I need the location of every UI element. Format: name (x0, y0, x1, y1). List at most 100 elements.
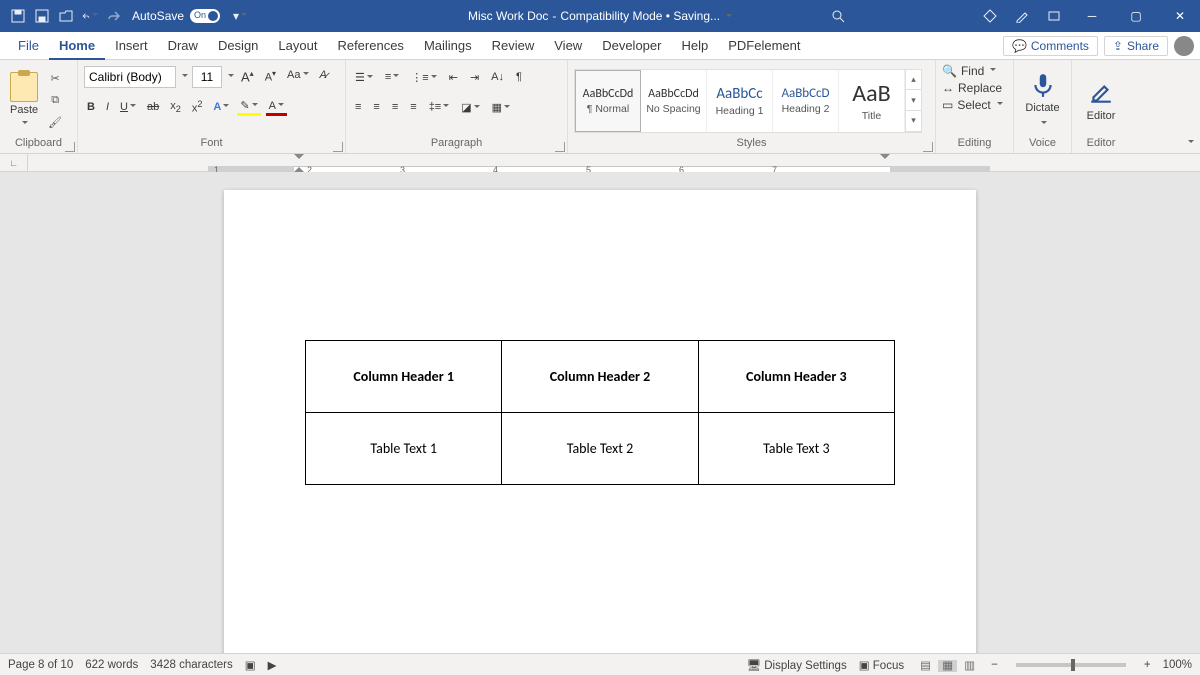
tab-draw[interactable]: Draw (158, 32, 208, 60)
tab-layout[interactable]: Layout (268, 32, 327, 60)
zoom-out-button[interactable]: − (991, 659, 998, 671)
style-item[interactable]: AaBbCcDd¶ Normal (575, 70, 641, 132)
tab-view[interactable]: View (544, 32, 592, 60)
document-area[interactable]: Column Header 1 Column Header 2 Column H… (0, 172, 1200, 653)
pen-icon[interactable] (1014, 8, 1030, 24)
style-item[interactable]: AaBbCcDHeading 2 (773, 70, 839, 132)
clipboard-launcher-icon[interactable] (65, 142, 75, 152)
read-mode-icon[interactable]: ▤ (916, 660, 935, 672)
table-row[interactable]: Table Text 1 Table Text 2 Table Text 3 (306, 413, 895, 485)
zoom-in-button[interactable]: + (1144, 659, 1151, 671)
clear-format-button[interactable]: A̷ (317, 68, 330, 85)
focus-button[interactable]: ▣ Focus (859, 658, 904, 672)
select-button[interactable]: ▭ Select (942, 98, 1003, 112)
style-item[interactable]: AaBbCcHeading 1 (707, 70, 773, 132)
multilevel-button[interactable]: ⋮≡ (408, 70, 439, 85)
bullets-button[interactable]: ☰ (352, 70, 376, 85)
word-count[interactable]: 622 words (85, 659, 138, 671)
autosave-toggle[interactable]: AutoSave On ▾ (132, 8, 248, 24)
display-settings-button[interactable]: 🖥 Display Settings (746, 658, 846, 672)
borders-button[interactable]: ▦ (489, 100, 513, 115)
print-layout-icon[interactable]: ▦ (938, 660, 957, 672)
align-center-button[interactable]: ≡ (370, 100, 382, 114)
macro-icon[interactable]: ▶ (268, 658, 277, 672)
document-table[interactable]: Column Header 1 Column Header 2 Column H… (305, 340, 895, 485)
redo-icon[interactable] (106, 8, 122, 24)
share-button[interactable]: ⇪ Share (1104, 36, 1168, 56)
tab-help[interactable]: Help (671, 32, 718, 60)
qat-more-icon[interactable]: ▾ (232, 8, 248, 24)
tab-review[interactable]: Review (482, 32, 545, 60)
dictate-button[interactable]: Dictate (1017, 68, 1067, 134)
table-header-cell[interactable]: Column Header 1 (306, 341, 502, 413)
tab-insert[interactable]: Insert (105, 32, 158, 60)
editor-button[interactable]: Editor (1079, 76, 1124, 126)
decrease-indent-button[interactable]: ⇤ (446, 70, 461, 85)
table-header-row[interactable]: Column Header 1 Column Header 2 Column H… (306, 341, 895, 413)
close-button[interactable]: ✕ (1166, 9, 1194, 23)
underline-button[interactable]: U (117, 100, 139, 114)
style-gallery-more[interactable]: ▴▾▾ (905, 70, 921, 132)
line-spacing-button[interactable]: ‡≡ (426, 100, 453, 114)
highlight-button[interactable]: ✎ (237, 98, 260, 116)
replace-button[interactable]: ↔ Replace (942, 81, 1002, 95)
align-left-button[interactable]: ≡ (352, 100, 364, 114)
tab-developer[interactable]: Developer (592, 32, 671, 60)
tab-references[interactable]: References (327, 32, 413, 60)
font-color-button[interactable]: A (266, 99, 287, 116)
justify-button[interactable]: ≡ (407, 100, 419, 114)
italic-button[interactable]: I (103, 100, 112, 114)
maximize-button[interactable]: ▢ (1122, 9, 1150, 23)
collapse-ribbon-icon[interactable] (1186, 137, 1194, 149)
superscript-button[interactable]: x2 (189, 98, 206, 116)
tab-pdfelement[interactable]: PDFelement (718, 32, 810, 60)
hanging-indent-marker[interactable] (294, 154, 304, 164)
tab-selector[interactable]: ∟ (0, 154, 28, 172)
align-right-button[interactable]: ≡ (389, 100, 401, 114)
grow-font-button[interactable]: A▴ (238, 68, 257, 85)
table-header-cell[interactable]: Column Header 3 (698, 341, 894, 413)
minimize-button[interactable]: ─ (1078, 9, 1106, 23)
font-size-dropdown-icon[interactable] (226, 71, 234, 83)
spellcheck-icon[interactable]: ▣ (245, 658, 256, 672)
find-button[interactable]: 🔍 Find (942, 64, 996, 78)
shading-button[interactable]: ◪ (458, 100, 482, 115)
tab-home[interactable]: Home (49, 32, 105, 60)
styles-launcher-icon[interactable] (923, 142, 933, 152)
show-marks-button[interactable]: ¶ (513, 70, 525, 84)
paste-button[interactable]: Paste (6, 70, 42, 132)
change-case-button[interactable]: Aa (284, 68, 311, 85)
paragraph-launcher-icon[interactable] (555, 142, 565, 152)
shrink-font-button[interactable]: A▾ (262, 68, 279, 85)
cut-icon[interactable]: ✂ (46, 70, 64, 88)
zoom-slider[interactable] (1016, 663, 1126, 667)
web-layout-icon[interactable]: ▥ (960, 660, 979, 672)
table-cell[interactable]: Table Text 3 (698, 413, 894, 485)
font-size-input[interactable] (192, 66, 222, 88)
font-name-input[interactable] (84, 66, 176, 88)
save-icon[interactable] (10, 8, 26, 24)
format-painter-icon[interactable]: 🖌 (46, 114, 64, 132)
text-effects-button[interactable]: A (210, 100, 232, 114)
right-indent-marker[interactable] (880, 154, 890, 164)
search-icon[interactable] (830, 8, 846, 24)
font-name-dropdown-icon[interactable] (180, 71, 188, 83)
zoom-level[interactable]: 100% (1163, 659, 1192, 671)
style-item[interactable]: AaBTitle (839, 70, 905, 132)
sort-button[interactable]: A↓ (488, 70, 507, 84)
window-mode-icon[interactable] (1046, 8, 1062, 24)
open-icon[interactable] (58, 8, 74, 24)
title-dropdown-icon[interactable] (724, 9, 732, 23)
numbering-button[interactable]: ≡ (382, 70, 402, 84)
font-launcher-icon[interactable] (333, 142, 343, 152)
char-count[interactable]: 3428 characters (150, 659, 232, 671)
bold-button[interactable]: B (84, 100, 98, 114)
tab-design[interactable]: Design (208, 32, 268, 60)
page-number[interactable]: Page 8 of 10 (8, 659, 73, 671)
table-cell[interactable]: Table Text 2 (502, 413, 698, 485)
copy-icon[interactable]: ⧉ (46, 92, 64, 110)
tab-mailings[interactable]: Mailings (414, 32, 482, 60)
tab-file[interactable]: File (8, 32, 49, 60)
diamond-icon[interactable] (982, 8, 998, 24)
table-cell[interactable]: Table Text 1 (306, 413, 502, 485)
